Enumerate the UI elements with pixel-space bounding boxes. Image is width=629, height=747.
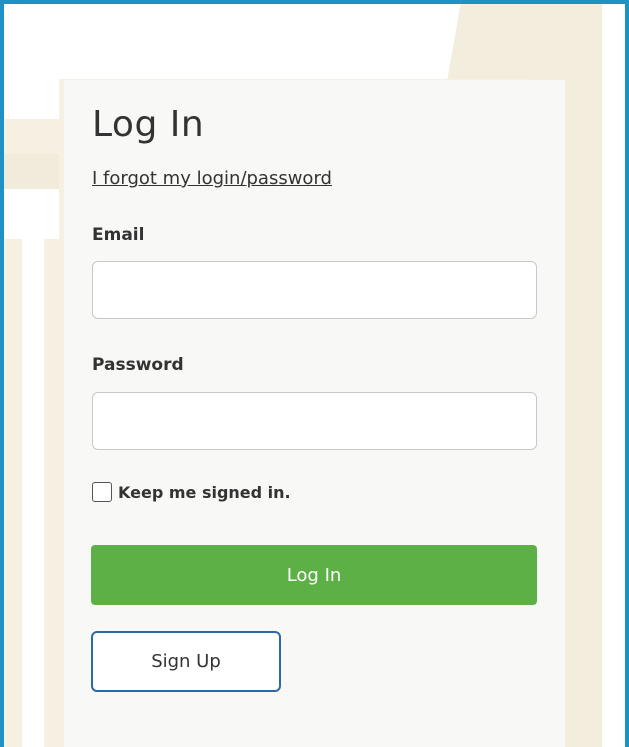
email-field[interactable] bbox=[92, 261, 537, 319]
remember-me-checkbox[interactable] bbox=[92, 482, 112, 502]
remember-me-toggle[interactable]: Keep me signed in. bbox=[92, 482, 291, 502]
signup-button[interactable]: Sign Up bbox=[91, 631, 281, 692]
login-button[interactable]: Log In bbox=[91, 545, 537, 605]
background-shape bbox=[602, 4, 625, 747]
page-title: Log In bbox=[92, 104, 205, 145]
page-frame: Log In I forgot my login/password Email … bbox=[0, 0, 629, 747]
email-label: Email bbox=[92, 225, 145, 245]
password-field[interactable] bbox=[92, 392, 537, 450]
background-shape bbox=[22, 239, 44, 747]
background-shape bbox=[4, 154, 59, 189]
login-panel: Log In I forgot my login/password Email … bbox=[64, 80, 565, 747]
remember-me-label: Keep me signed in. bbox=[118, 482, 291, 502]
forgot-password-link[interactable]: I forgot my login/password bbox=[92, 168, 332, 189]
password-label: Password bbox=[92, 355, 184, 375]
background-shape bbox=[4, 79, 59, 119]
background-shape bbox=[4, 189, 59, 239]
